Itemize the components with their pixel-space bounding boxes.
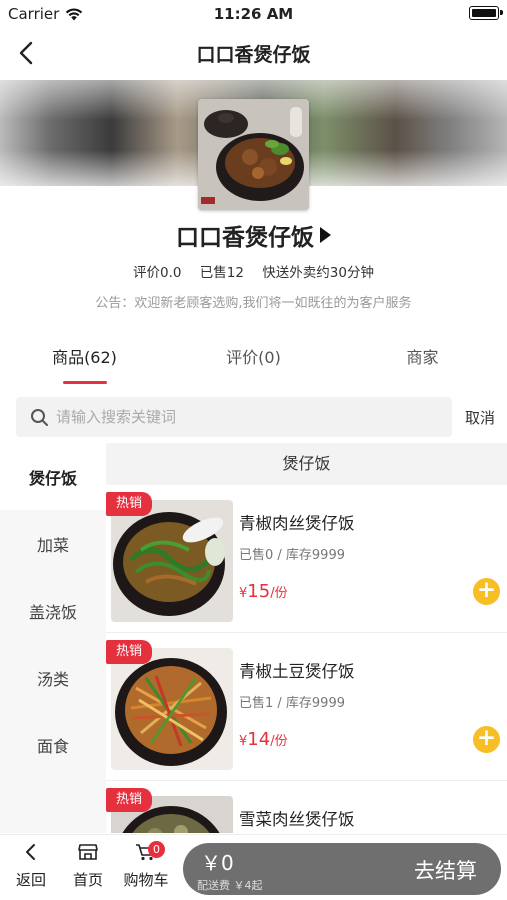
section-title: 煲仔饭 [106, 443, 507, 485]
product-price: ¥15/份 [239, 581, 288, 602]
checkout-button[interactable]: 去结算 [414, 855, 477, 885]
shop-name[interactable]: 口口香煲仔饭 [0, 218, 507, 252]
product-name: 雪菜肉丝煲仔饭 [239, 810, 355, 829]
product-stats: 已售1 / 库存9999 [239, 696, 345, 711]
category-item-gaojiaofan[interactable]: 盖浇饭 [0, 577, 106, 644]
home-label: 首页 [72, 871, 103, 889]
category-item-tanglei[interactable]: 汤类 [0, 644, 106, 711]
search-icon [31, 409, 48, 426]
category-sidebar: 煲仔饭 加菜 盖浇饭 汤类 面食 [0, 443, 106, 833]
category-item-baozaifan[interactable]: 煲仔饭 [0, 443, 106, 510]
product-price: ¥14/份 [239, 729, 288, 750]
page-title: 口口香煲仔饭 [196, 44, 311, 66]
product-item[interactable]: 热销 青椒土豆煲仔饭 已售1 / 库存9999 ¥14/份 + [106, 633, 507, 781]
hot-badge: 热销 [106, 492, 152, 516]
sold-text: 已售12 [199, 265, 244, 281]
tab-bar: 商品(62) 评价(0) 商家 [0, 330, 507, 385]
cart-total: ￥0 [201, 851, 234, 875]
category-item-mianshi[interactable]: 面食 [0, 711, 106, 778]
category-item-jiacai[interactable]: 加菜 [0, 510, 106, 577]
shop-logo [198, 99, 309, 210]
search-input[interactable] [56, 408, 436, 426]
delivery-fee: 配送费 ￥4起 [197, 879, 263, 892]
product-image [111, 500, 233, 622]
chevron-left-icon [26, 844, 35, 860]
shop-stats: 评价0.0 已售12 快送外卖约30分钟 [0, 261, 507, 281]
home-button[interactable]: 首页 [63, 843, 113, 890]
product-item[interactable]: 热销 青椒肉丝煲仔饭 已售0 / 库存9999 ¥15/份 + [106, 485, 507, 633]
play-arrow-icon [320, 227, 331, 243]
search-cancel-button[interactable]: 取消 [465, 407, 495, 428]
delivery-time-text: 快送外卖约30分钟 [262, 265, 374, 281]
store-icon [78, 844, 98, 860]
product-image [111, 648, 233, 770]
cart-label: 购物车 [123, 871, 169, 889]
add-to-cart-button[interactable]: + [473, 578, 500, 605]
tab-merchant[interactable]: 商家 [338, 330, 507, 385]
checkout-bar: ￥0 配送费 ￥4起 去结算 [183, 843, 501, 895]
tab-products[interactable]: 商品(62) [0, 330, 169, 385]
rating-text: 评价0.0 [133, 265, 182, 281]
product-item[interactable]: 热销 雪菜肉丝煲仔饭 [106, 781, 507, 833]
shop-notice: 公告：欢迎新老顾客选购,我们将一如既往的为客户服务 [95, 296, 412, 311]
status-bar: Carrier 11:26 AM [0, 0, 507, 28]
search-box [16, 397, 452, 437]
cart-count-badge: 0 [148, 841, 165, 858]
product-stats: 已售0 / 库存9999 [239, 548, 345, 563]
shop-name-text: 口口香煲仔饭 [176, 225, 314, 251]
bottom-bar: 返回 首页 0 购物车 ￥0 配送费 ￥4起 去结算 [0, 834, 507, 900]
status-time: 11:26 AM [213, 5, 294, 23]
back-button[interactable]: 返回 [6, 843, 56, 890]
hot-badge: 热销 [106, 788, 152, 812]
tab-reviews[interactable]: 评价(0) [169, 330, 338, 385]
back-label: 返回 [15, 871, 46, 889]
product-name: 青椒肉丝煲仔饭 [239, 514, 355, 533]
hot-badge: 热销 [106, 640, 152, 664]
add-to-cart-button[interactable]: + [473, 726, 500, 753]
cart-button[interactable]: 0 购物车 [121, 841, 171, 890]
nav-bar: 口口香煲仔饭 [0, 28, 507, 78]
battery-icon [469, 6, 503, 20]
product-name: 青椒土豆煲仔饭 [239, 662, 355, 681]
product-list: 煲仔饭 热销 青椒肉丝煲仔饭 已售0 / 库存9999 ¥15/份 + 热销 青… [106, 443, 507, 833]
search-row: 取消 [0, 395, 507, 440]
